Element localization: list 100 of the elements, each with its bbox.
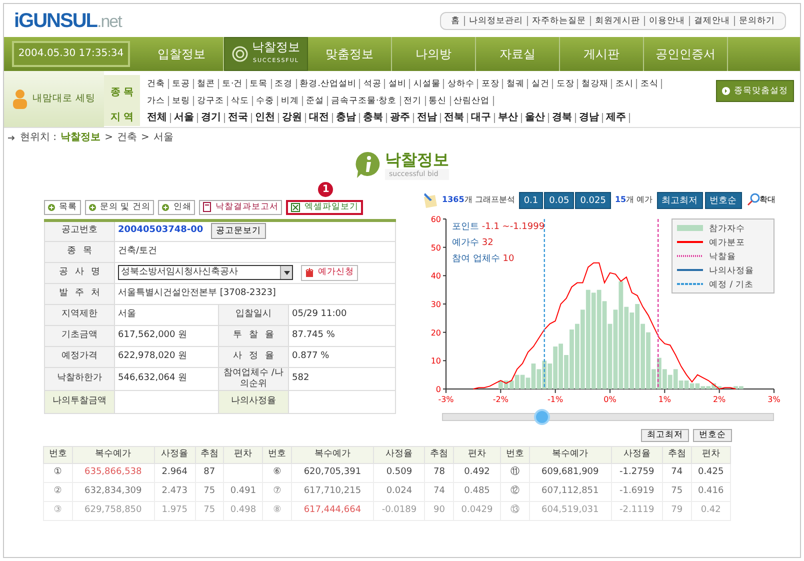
category-link[interactable]: 상하수 xyxy=(444,78,478,88)
category-link[interactable]: 금속구조물·창호 xyxy=(328,96,401,106)
category-link[interactable]: 조경 xyxy=(272,78,297,88)
category-link[interactable]: 건축 xyxy=(144,78,169,88)
sort-button[interactable]: 최고최저 xyxy=(641,428,689,442)
table-cell: 74 xyxy=(424,482,454,501)
region-link[interactable]: 전남 xyxy=(414,112,441,122)
category-link[interactable]: 산림산업 xyxy=(450,96,494,106)
column-header: 복수예가 xyxy=(291,446,374,463)
action-button[interactable]: 목록 xyxy=(44,200,81,214)
field-value: 0.877 % xyxy=(288,346,396,367)
top-link[interactable]: 이용안내 xyxy=(645,16,690,26)
action-button[interactable]: 인쇄 xyxy=(158,200,196,214)
field-value: 622,978,020 원 xyxy=(114,346,218,367)
category-link[interactable]: 수중 xyxy=(253,96,278,106)
custom-setting-button[interactable]: 종목맞춤설정 xyxy=(716,80,794,102)
region-link[interactable]: 전체 xyxy=(144,112,171,122)
region-link[interactable]: 부산 xyxy=(495,112,522,122)
category-link[interactable]: 토·건 xyxy=(219,78,247,88)
category-link[interactable]: 보링 xyxy=(169,96,194,106)
region-link[interactable]: 강원 xyxy=(279,112,306,122)
region-link[interactable]: 인천 xyxy=(252,112,279,122)
category-link[interactable]: 강구조 xyxy=(194,96,228,106)
category-link[interactable]: 설비 xyxy=(385,78,410,88)
region-link[interactable]: 경기 xyxy=(198,112,225,122)
column-header: 편차 xyxy=(691,446,730,463)
region-link[interactable]: 서울 xyxy=(171,112,198,122)
category-link[interactable]: 철강재 xyxy=(578,78,612,88)
top-link[interactable]: 문의하기 xyxy=(735,16,779,26)
region-link[interactable]: 광주 xyxy=(387,112,414,122)
category-link[interactable]: 석공 xyxy=(360,78,386,88)
action-button[interactable]: 문의 및 건의 xyxy=(85,200,154,214)
category-link[interactable]: 비계 xyxy=(278,96,303,106)
apply-button[interactable]: 예가신청 xyxy=(301,264,358,280)
page-title: 낙찰정보 xyxy=(385,151,449,169)
column-header: 사정율 xyxy=(374,446,425,463)
zoom-button[interactable]: 확대 xyxy=(746,193,776,207)
region-link[interactable]: 울산 xyxy=(522,112,549,122)
column-header: 번호 xyxy=(500,446,530,463)
region-link[interactable]: 충북 xyxy=(360,112,387,122)
category-link[interactable]: 환경.산업설비 xyxy=(296,78,360,88)
region-link[interactable]: 대구 xyxy=(468,112,495,122)
top-link[interactable]: 홈 xyxy=(447,16,465,26)
sort-button[interactable]: 번호순 xyxy=(704,192,742,208)
field-label: 종 목 xyxy=(44,241,114,262)
table-cell: 87 xyxy=(195,463,224,482)
category-link[interactable]: 토목 xyxy=(246,78,272,88)
sort-button[interactable]: 최고최저 xyxy=(656,192,703,208)
top-link[interactable]: 자주하는질문 xyxy=(528,16,591,26)
axis-tick-label: -3% xyxy=(438,394,454,404)
breadcrumb-link[interactable]: 서울 xyxy=(153,130,174,145)
row-number: ⑪ xyxy=(500,463,530,482)
region-link[interactable]: 전북 xyxy=(441,112,468,122)
breadcrumb-link[interactable]: 건축 xyxy=(116,130,137,145)
category-link[interactable]: 통신 xyxy=(426,96,451,106)
row-number: ⑧ xyxy=(262,501,292,520)
region-link[interactable]: 충남 xyxy=(333,112,360,122)
region-link[interactable]: 제주 xyxy=(603,112,630,122)
category-link[interactable]: 조식 xyxy=(637,78,662,88)
settings-button[interactable]: 내맘대로 세팅 xyxy=(4,71,104,127)
column-header: 번호 xyxy=(44,446,72,463)
slider-thumb[interactable] xyxy=(534,408,550,424)
field-value: 87.745 % xyxy=(288,325,396,346)
region-link[interactable]: 전국 xyxy=(225,112,252,122)
table-cell: 0.509 xyxy=(374,463,425,482)
step-button[interactable]: 0.1 xyxy=(518,192,544,208)
region-link[interactable]: 경남 xyxy=(576,112,603,122)
category-link[interactable]: 포장 xyxy=(478,78,504,88)
plus-icon xyxy=(48,204,55,210)
category-link[interactable]: 시설물 xyxy=(410,78,444,88)
top-link[interactable]: 나의정보관리 xyxy=(465,16,528,26)
category-link[interactable]: 철궤 xyxy=(503,78,528,88)
category-link[interactable]: 토공 xyxy=(169,78,194,88)
row-number: ⑥ xyxy=(262,463,292,482)
project-select[interactable]: 성북소방서임시청사신축공사 xyxy=(118,265,293,280)
region-link[interactable]: 대전 xyxy=(306,112,333,122)
field-label: 참여업체수 /나의순위 xyxy=(218,367,288,390)
view-notice-button[interactable]: 공고문보기 xyxy=(211,223,266,239)
category-link[interactable]: 전기 xyxy=(400,96,426,106)
magnifier-icon xyxy=(746,193,760,207)
top-link[interactable]: 회원게시판 xyxy=(591,16,645,26)
category-link[interactable]: 실건 xyxy=(528,78,554,88)
action-button[interactable]: 엑셀파일보기 xyxy=(286,200,364,214)
step-button[interactable]: 0.025 xyxy=(575,192,611,208)
table-cell: 90 xyxy=(424,501,454,520)
gift-icon xyxy=(305,268,314,277)
logo[interactable]: iGUNSUL.net xyxy=(14,6,122,36)
region-link[interactable]: 경북 xyxy=(549,112,576,122)
category-link[interactable]: 철콘 xyxy=(194,78,219,88)
category-link[interactable]: 도장 xyxy=(553,78,578,88)
breadcrumb-link[interactable]: 낙찰정보 xyxy=(60,130,101,145)
price-cell: 635,866,538 xyxy=(72,463,154,482)
category-link[interactable]: 삭도 xyxy=(228,96,253,106)
category-link[interactable]: 가스 xyxy=(144,96,169,106)
category-link[interactable]: 준설 xyxy=(303,96,328,106)
sort-button[interactable]: 번호순 xyxy=(693,428,732,442)
step-button[interactable]: 0.05 xyxy=(544,192,574,208)
top-link[interactable]: 결제안내 xyxy=(690,16,735,26)
action-button[interactable]: 낙찰결과보고서 xyxy=(199,200,282,214)
category-link[interactable]: 조시 xyxy=(612,78,638,88)
